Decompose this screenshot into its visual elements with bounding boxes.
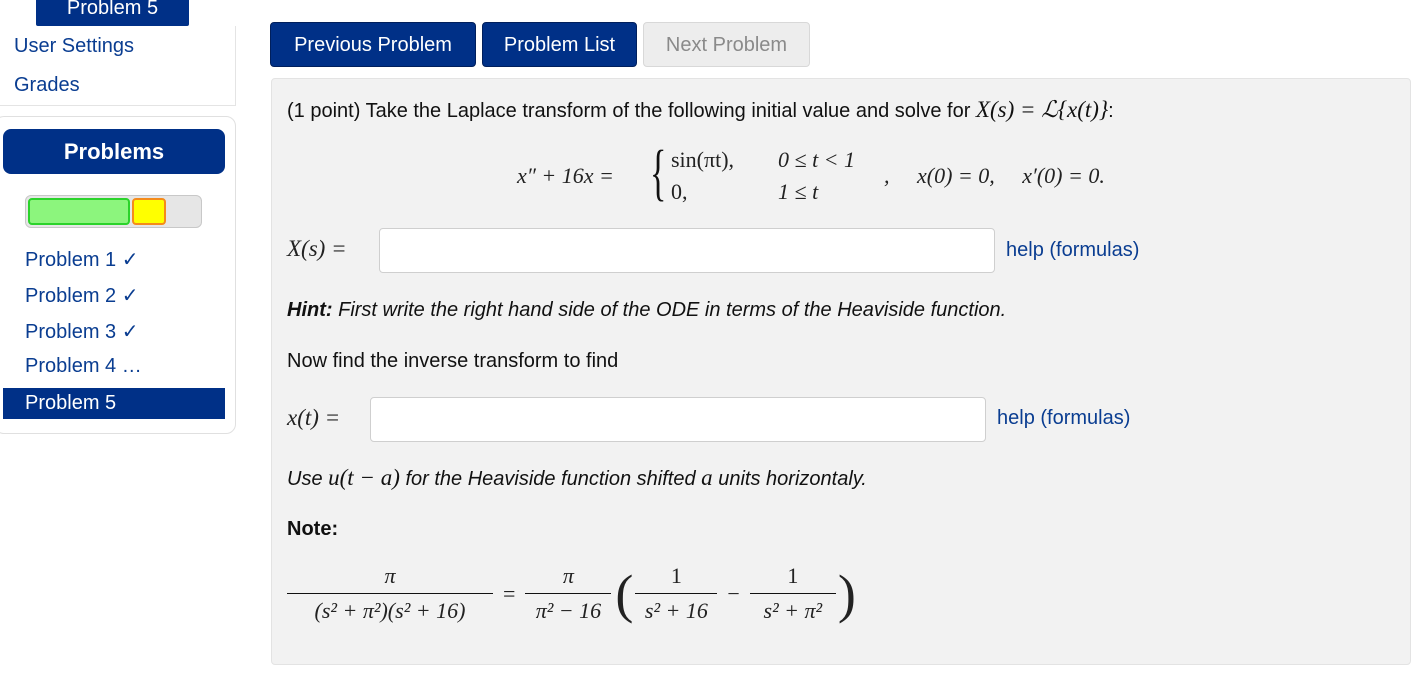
user-settings-link[interactable]: User Settings — [14, 35, 134, 58]
sidebar-problem-tab[interactable]: Problem 5 — [36, 0, 189, 26]
case1-expression: sin(πt), — [671, 147, 735, 172]
answer-1-label: X(s) = — [287, 236, 347, 261]
sidebar-item-problem-3[interactable]: Problem 3 ✓ — [25, 319, 138, 344]
next-problem-button[interactable]: Next Problem — [643, 22, 810, 67]
problem-intro: (1 point) Take the Laplace transform of … — [287, 97, 1114, 122]
progress-partial-segment — [132, 198, 166, 225]
initial-conditions: , x(0) = 0, x′(0) = 0. — [884, 163, 1105, 188]
problems-panel: Problems Problem 1 ✓ Problem 2 ✓ Problem… — [0, 116, 236, 434]
heaviside-note: Use u(t − a) for the Heaviside function … — [287, 465, 867, 490]
progress-correct-segment — [28, 198, 130, 225]
previous-problem-button[interactable]: Previous Problem — [270, 22, 476, 67]
answer-1-input[interactable] — [379, 228, 995, 273]
hint-text: Hint: First write the right hand side of… — [287, 299, 1007, 321]
inverse-text: Now find the inverse transform to find — [287, 350, 619, 372]
note-label: Note: — [287, 518, 339, 540]
case2-expression: 0, — [671, 179, 688, 204]
problems-header: Problems — [3, 129, 225, 174]
progress-bar — [25, 195, 202, 228]
sidebar-item-problem-1[interactable]: Problem 1 ✓ — [25, 247, 138, 272]
sidebar-item-problem-2[interactable]: Problem 2 ✓ — [25, 283, 138, 308]
sidebar-item-problem-5[interactable]: Problem 5 — [3, 388, 225, 419]
answer-2-label: x(t) = — [287, 405, 341, 430]
problem-container: (1 point) Take the Laplace transform of … — [271, 78, 1411, 665]
answer-2-input[interactable] — [370, 397, 986, 442]
answer-2-help-link[interactable]: help (formulas) — [997, 407, 1130, 430]
note-equation: π (s² + π²)(s² + 16) = π π² − 16 ( 1 s² … — [287, 563, 856, 624]
sidebar-nav: User Settings Grades — [0, 26, 236, 106]
case1-condition: 0 ≤ t < 1 — [778, 147, 856, 172]
problem-list-button[interactable]: Problem List — [482, 22, 637, 67]
equation-lhs: x″ + 16x = — [517, 163, 614, 188]
answer-1-help-link[interactable]: help (formulas) — [1006, 239, 1139, 262]
piecewise-brace: { — [650, 139, 667, 207]
sidebar-item-problem-4[interactable]: Problem 4 … — [25, 355, 142, 378]
case2-condition: 1 ≤ t — [778, 179, 819, 204]
grades-link[interactable]: Grades — [14, 74, 80, 97]
